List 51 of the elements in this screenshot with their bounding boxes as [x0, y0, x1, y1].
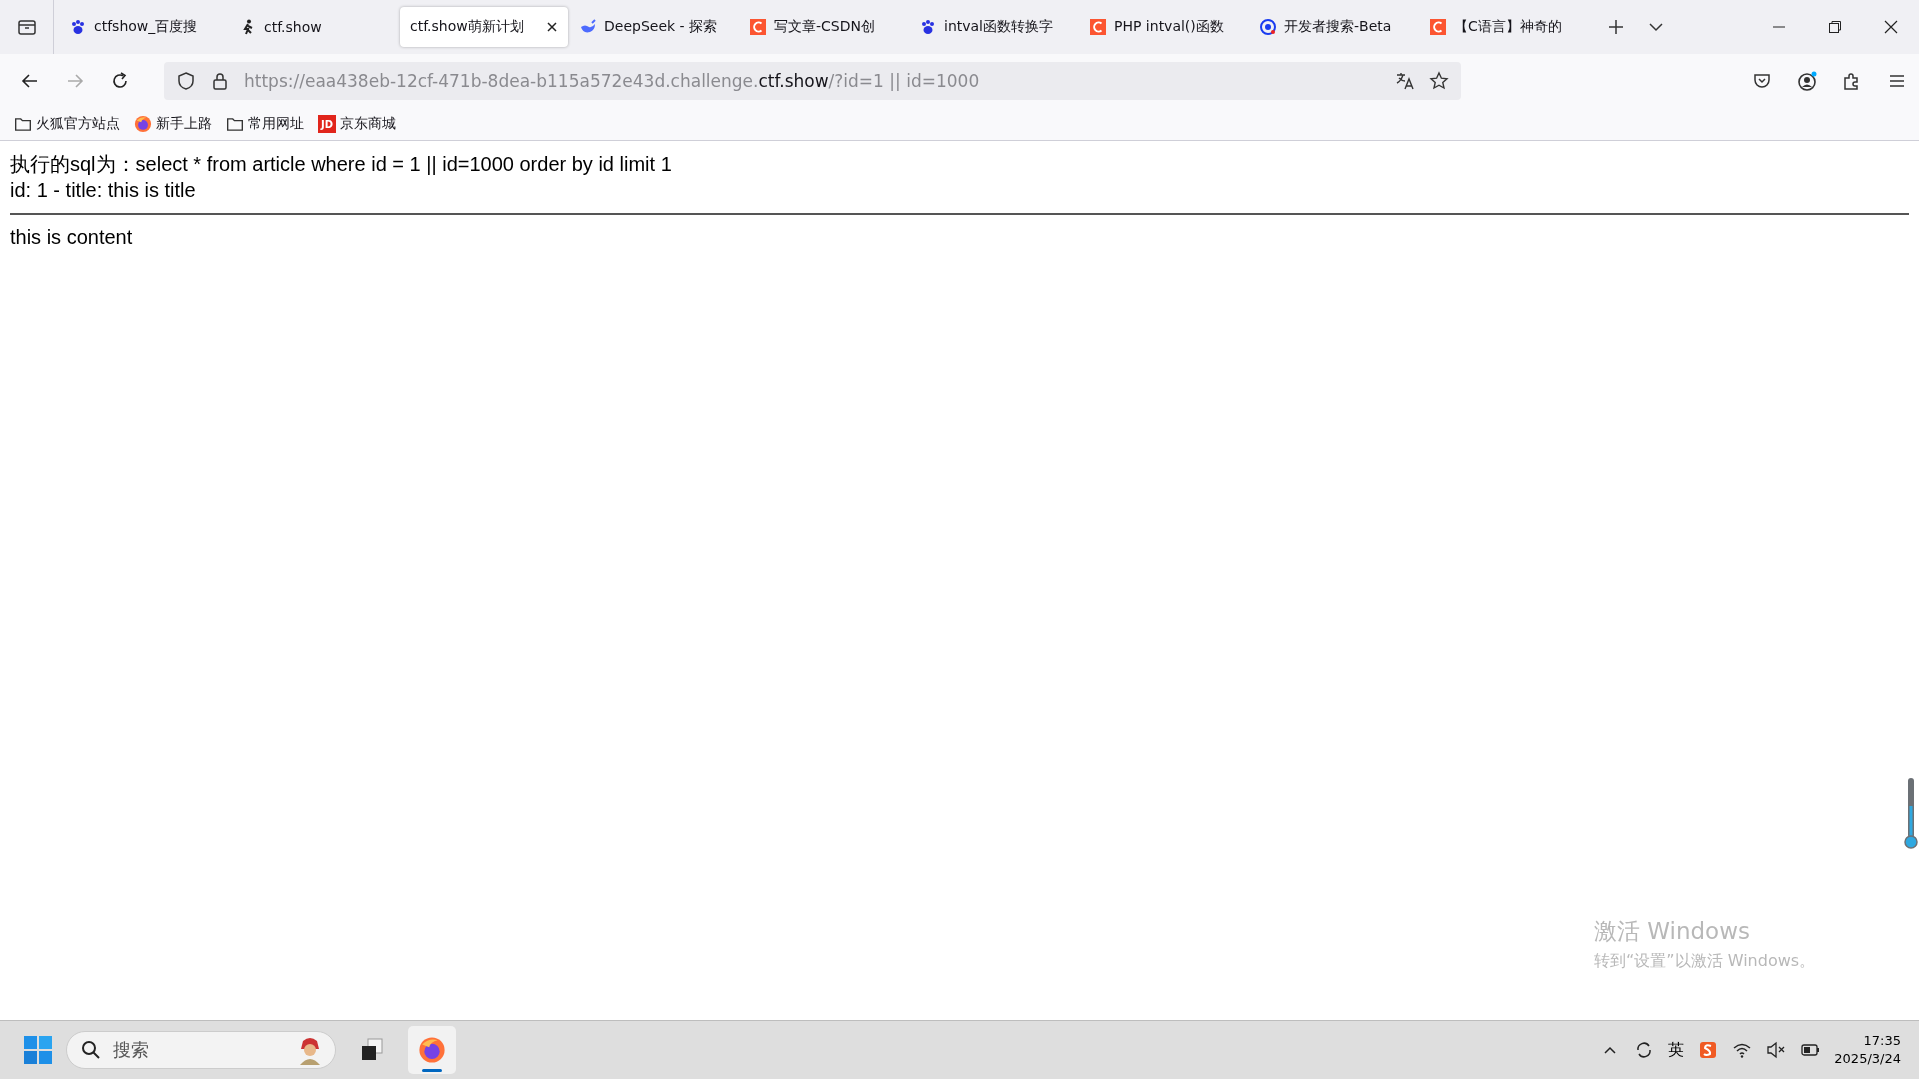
browser-tab[interactable]: 开发者搜索-Beta [1250, 7, 1418, 47]
close-icon[interactable] [1883, 19, 1899, 35]
star-icon[interactable] [1429, 71, 1449, 91]
restore-icon[interactable] [1827, 19, 1843, 35]
browser-tab[interactable]: 【C语言】神奇的 [1420, 7, 1588, 47]
c-logo-icon [1090, 19, 1106, 35]
tab-list-icon[interactable] [16, 17, 37, 37]
target-icon [1260, 19, 1276, 35]
clock-time[interactable]: 17:35 [1863, 1032, 1901, 1050]
activation-subtitle: 转到“设置”以激活 Windows。 [1594, 951, 1816, 972]
jd-logo-icon: JD [318, 115, 336, 133]
browser-tab[interactable]: ctfshow_百度搜 [60, 7, 228, 47]
whale-icon [580, 19, 596, 35]
firefox-icon [418, 1036, 446, 1064]
search-icon [81, 1040, 101, 1060]
firefox-icon [134, 115, 152, 133]
address-field[interactable]: https://eaa438eb-12cf-471b-8dea-b115a572e43d.challenge.ctf.show/?id=1 || id=1000 [164, 62, 1461, 100]
browser-tab[interactable]: 写文章-CSDN创 [740, 7, 908, 47]
content-text: this is content [10, 225, 134, 250]
input-method-icon[interactable] [1698, 1040, 1719, 1060]
folder-icon [226, 115, 244, 133]
windows-start-icon[interactable] [22, 1034, 54, 1066]
activation-title: 激活 Windows [1594, 917, 1751, 946]
account-icon[interactable] [1796, 71, 1817, 91]
shield-icon[interactable] [176, 71, 196, 91]
url-text: https://eaa438eb-12cf-471b-8dea-b115a572e43d.challenge.ctf.show/?id=1 || id=1000 [244, 71, 981, 91]
browser-tab[interactable]: ctf.show萌新计划 [400, 7, 568, 47]
paw-icon [70, 19, 86, 35]
speaker-muted-icon[interactable] [1766, 1040, 1787, 1060]
bookmark-link[interactable]: 新手上路 [156, 115, 212, 133]
browser-tab[interactable]: DeepSeek - 探索 [570, 7, 738, 47]
bookmark-link[interactable]: 京东商城 [340, 115, 396, 133]
bookmark-link[interactable]: 火狐官方站点 [36, 115, 120, 133]
title-text: id: 1 - title: this is title [10, 178, 197, 203]
browser-tab[interactable]: ctf.show [230, 7, 398, 47]
taskbar-search-field[interactable]: 搜索 [66, 1031, 336, 1069]
translate-icon[interactable] [1395, 71, 1415, 91]
clock-date[interactable]: 2025/3/24 [1834, 1050, 1901, 1068]
pocket-icon[interactable] [1751, 71, 1772, 91]
close-icon[interactable] [546, 21, 558, 33]
sql-text: 执行的sql为：select * from article where id = 1 || id=1000 order by id limit 1 [10, 152, 673, 177]
c-logo-icon [1430, 19, 1446, 35]
folder-icon [14, 115, 32, 133]
thermometer-icon [1903, 776, 1919, 851]
paw-icon [920, 19, 936, 35]
c-logo-icon [750, 19, 766, 35]
bookmark-link[interactable]: 常用网址 [248, 115, 304, 133]
lock-icon[interactable] [210, 71, 230, 91]
browser-tab[interactable]: PHP intval()函数 [1080, 7, 1248, 47]
ime-indicator[interactable]: 英 [1668, 1039, 1685, 1061]
browser-tab[interactable]: intval函数转换字 [910, 7, 1078, 47]
